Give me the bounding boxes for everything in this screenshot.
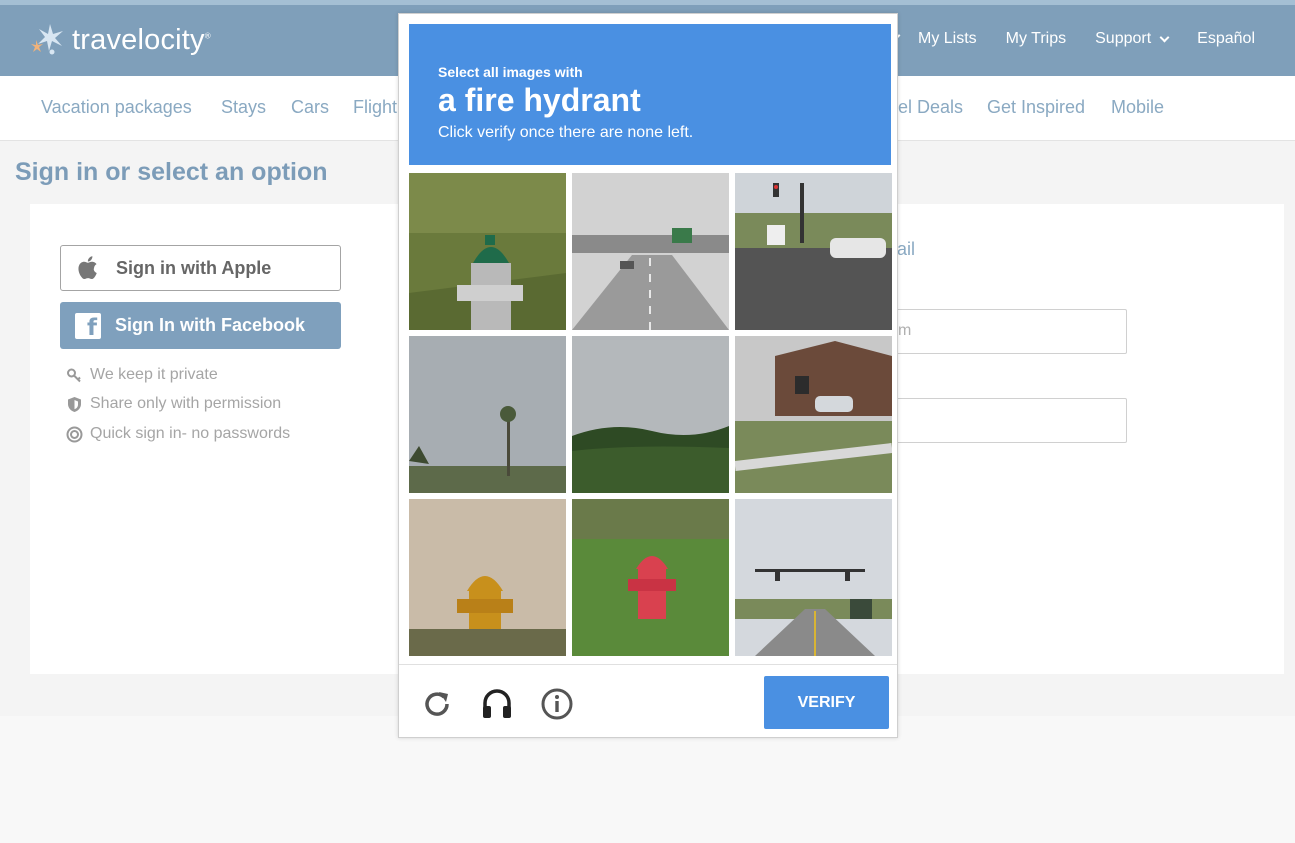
perk-permission: Share only with permission [66, 395, 281, 413]
nav-language[interactable]: Español [1197, 30, 1255, 48]
captcha-tile-hills[interactable] [572, 336, 729, 493]
chevron-down-icon [1159, 32, 1170, 42]
key-icon [67, 368, 81, 382]
logo-star-icon [31, 24, 63, 55]
verify-button[interactable]: VERIFY [764, 676, 889, 729]
header-strip [0, 0, 1295, 5]
nav-stays[interactable]: Stays [221, 97, 266, 118]
facebook-icon: f [75, 312, 101, 341]
page-title: Sign in or select an option [15, 158, 328, 186]
password-input[interactable] [880, 398, 1127, 443]
sign-in-apple-label: Sign in with Apple [116, 257, 272, 278]
info-icon[interactable] [540, 687, 574, 721]
top-nav: My Lists My Trips Support Español [918, 30, 1255, 48]
nav-my-trips[interactable]: My Trips [1006, 30, 1066, 48]
nav-get-inspired[interactable]: Get Inspired [987, 97, 1085, 118]
audio-icon[interactable] [480, 687, 514, 721]
nav-cars[interactable]: Cars [291, 97, 329, 118]
nav-deals[interactable]: el Deals [898, 97, 963, 118]
travelocity-logo[interactable]: travelocity® [28, 22, 211, 58]
captcha-tile-red-hydrant[interactable] [572, 499, 729, 656]
captcha-tile-road[interactable] [735, 499, 892, 656]
captcha-tile-brick-house[interactable] [735, 336, 892, 493]
perk-private: We keep it private [66, 366, 218, 384]
sign-in-apple-button[interactable]: Sign in with Apple [60, 245, 341, 291]
captcha-prompt-lead: Select all images with [438, 64, 583, 80]
perk-quick-sign-in: Quick sign in- no passwords [66, 425, 290, 443]
captcha-tile-highway[interactable] [572, 173, 729, 330]
nav-my-lists[interactable]: My Lists [918, 30, 977, 48]
sign-in-facebook-label: Sign In with Facebook [115, 315, 306, 335]
captcha-prompt-object: a fire hydrant [438, 82, 641, 118]
captcha-tile-palm[interactable] [409, 336, 566, 493]
nav-mobile[interactable]: Mobile [1111, 97, 1164, 118]
captcha-footer: VERIFY [399, 664, 897, 738]
sign-in-facebook-button[interactable]: f Sign In with Facebook [60, 302, 341, 349]
shield-icon [68, 396, 81, 412]
fingerprint-icon [66, 426, 83, 442]
captcha-tile-yellow-hydrant[interactable] [409, 499, 566, 656]
nav-support[interactable]: Support [1095, 30, 1170, 48]
nav-flights[interactable]: Flight [353, 97, 397, 118]
captcha-tile-intersection[interactable] [735, 173, 892, 330]
email-input[interactable]: m [880, 309, 1127, 354]
captcha-dialog: Select all images with a fire hydrant Cl… [398, 13, 898, 738]
captcha-tile-green-hydrant[interactable] [409, 173, 566, 330]
nav-vacation-packages[interactable]: Vacation packages [41, 97, 192, 118]
apple-icon [78, 256, 97, 279]
captcha-tile-grid [409, 173, 892, 656]
reload-icon[interactable] [420, 687, 454, 721]
captcha-prompt: Select all images with a fire hydrant Cl… [409, 24, 891, 165]
captcha-prompt-instruction: Click verify once there are none left. [438, 124, 694, 141]
logo-wordmark: travelocity® [72, 23, 211, 56]
email-heading: ail [897, 239, 916, 259]
